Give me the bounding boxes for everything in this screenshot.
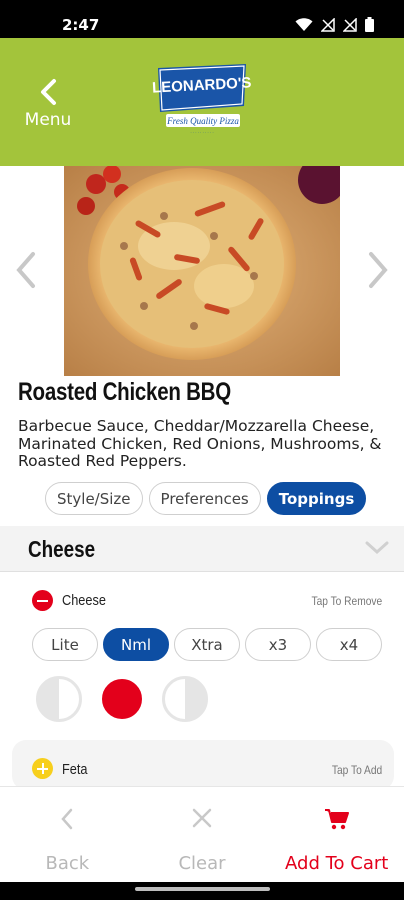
leonardos-logo: LEONARDO'S Fresh Quality Pizza · · · · ·…	[152, 64, 252, 135]
amount-extra-button[interactable]: Xtra	[174, 628, 240, 661]
status-time: 2:47	[62, 16, 100, 34]
topping-name: Cheese	[62, 592, 106, 609]
add-to-cart-button[interactable]: Add To Cart	[269, 787, 404, 882]
amount-x3-button[interactable]: x3	[245, 628, 311, 661]
product-title: Roasted Chicken BBQ	[18, 378, 231, 406]
amount-x4-button[interactable]: x4	[316, 628, 382, 661]
next-arrow-icon[interactable]	[366, 250, 390, 290]
status-icons	[295, 17, 374, 32]
clear-label: Clear	[178, 853, 226, 874]
tab-style-size[interactable]: Style/Size	[45, 482, 143, 515]
system-nav-bar	[0, 882, 404, 900]
tab-toppings[interactable]: Toppings	[266, 482, 367, 515]
add-icon[interactable]	[32, 758, 53, 779]
bottom-action-bar: Back Clear Add To Cart	[0, 786, 404, 882]
signal-off-icon	[321, 17, 335, 32]
topping-name: Feta	[62, 761, 88, 778]
option-tabs: Style/Size Preferences Toppings	[45, 482, 367, 515]
back-button[interactable]: Back	[0, 787, 135, 882]
pizza-image	[64, 166, 340, 376]
add-to-cart-label: Add To Cart	[285, 853, 389, 874]
whole-placement-icon[interactable]	[99, 676, 145, 722]
amount-selector: Lite Nml Xtra x3 x4	[32, 628, 382, 661]
tap-to-remove-hint[interactable]: Tap To Remove	[311, 594, 382, 608]
cheese-section-header[interactable]: Cheese	[0, 526, 404, 572]
previous-arrow-icon[interactable]	[14, 250, 38, 290]
left-half-placement-icon[interactable]	[36, 676, 82, 722]
app-header: Menu LEONARDO'S Fresh Quality Pizza · · …	[0, 38, 404, 166]
product-description: Barbecue Sauce, Cheddar/Mozzarella Chees…	[18, 417, 382, 470]
chevron-left-icon	[61, 808, 73, 830]
topping-row-feta: Feta Tap To Add	[12, 740, 394, 790]
app-screen: 2:47 Menu LEONARDO'S Fresh Quality Pizza…	[0, 0, 404, 900]
chevron-left-icon	[41, 79, 56, 105]
clear-button[interactable]: Clear	[135, 787, 270, 882]
back-label: Back	[45, 853, 90, 874]
section-title: Cheese	[28, 536, 96, 562]
menu-button[interactable]: Menu	[18, 78, 78, 134]
amount-normal-button[interactable]: Nml	[103, 628, 169, 661]
remove-icon[interactable]	[32, 590, 53, 611]
home-indicator[interactable]	[135, 887, 270, 891]
menu-label: Menu	[24, 110, 72, 130]
tab-preferences[interactable]: Preferences	[148, 482, 261, 515]
placement-selector	[36, 676, 208, 722]
svg-text:· · · · · · · · · ·: · · · · · · · · · ·	[190, 130, 213, 135]
cart-icon	[324, 809, 349, 830]
signal-off-icon-2	[343, 17, 357, 32]
wifi-icon	[295, 17, 313, 31]
right-half-placement-icon[interactable]	[162, 676, 208, 722]
tap-to-add-hint[interactable]: Tap To Add	[332, 763, 382, 777]
close-icon	[192, 808, 212, 828]
status-bar: 2:47	[0, 0, 404, 38]
battery-icon	[365, 17, 374, 32]
svg-text:Fresh Quality Pizza: Fresh Quality Pizza	[166, 116, 239, 126]
topping-row-cheese: Cheese Tap To Remove	[32, 589, 382, 613]
chevron-down-icon[interactable]	[364, 540, 390, 556]
product-carousel	[0, 166, 404, 376]
amount-lite-button[interactable]: Lite	[32, 628, 98, 661]
